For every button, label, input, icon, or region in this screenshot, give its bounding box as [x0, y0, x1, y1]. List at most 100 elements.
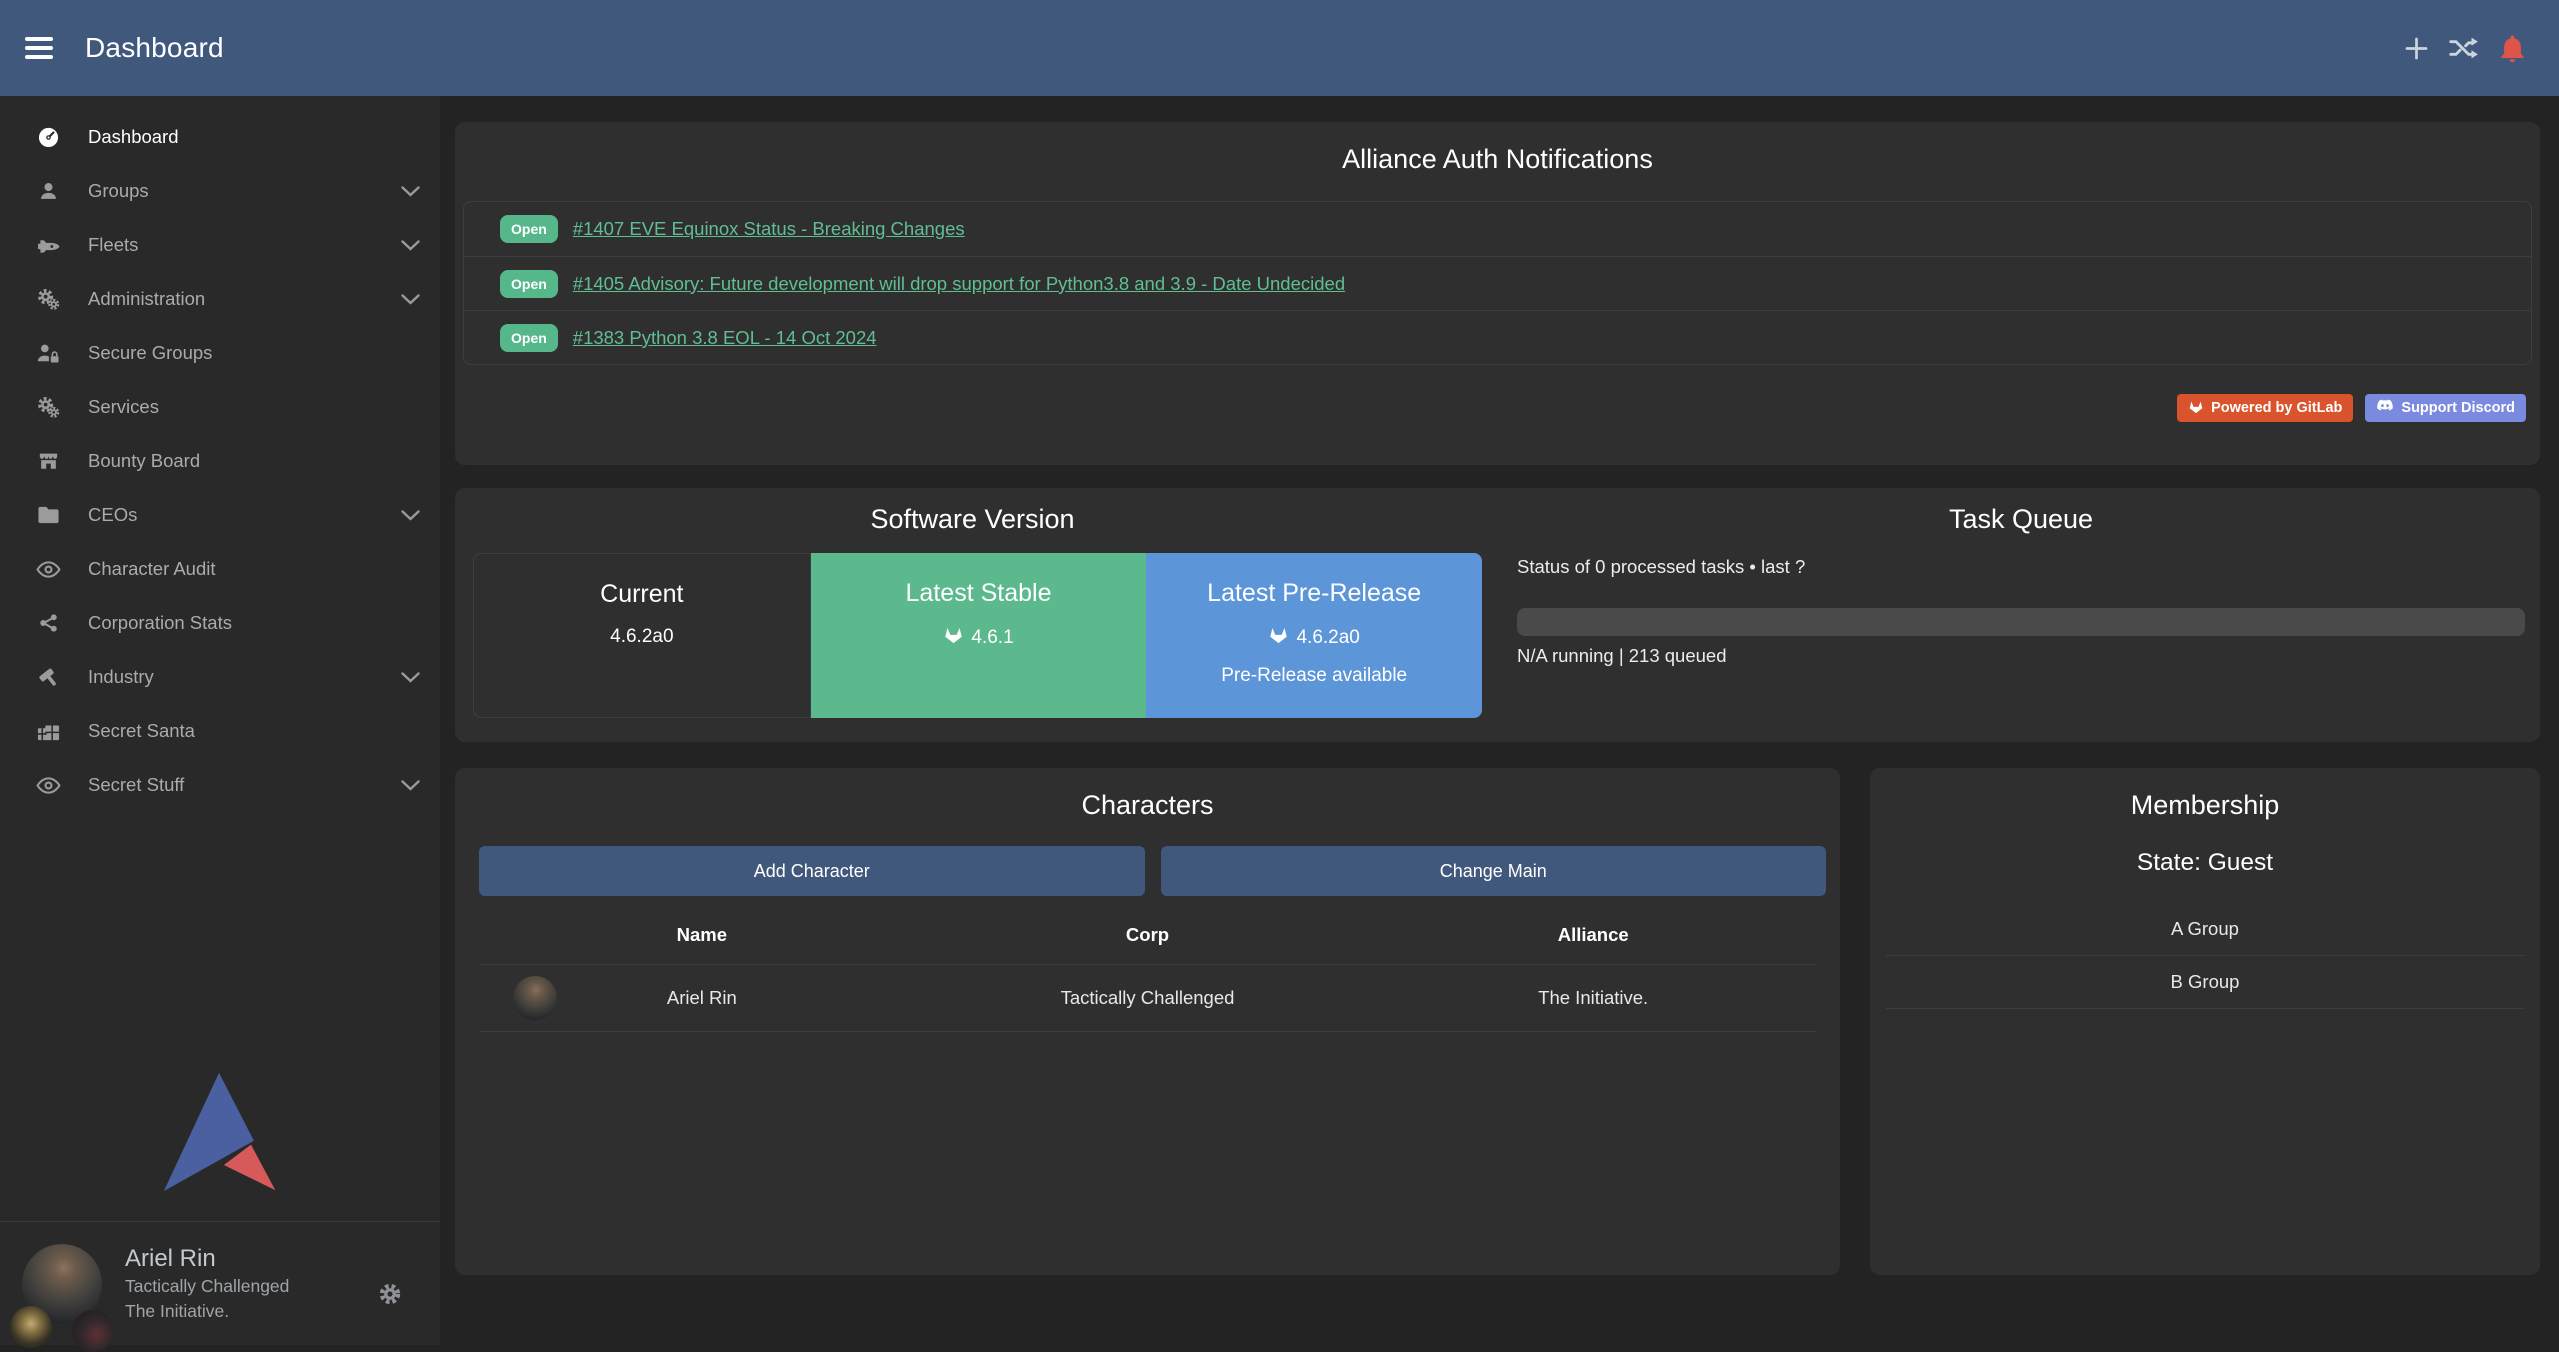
- chevron-down-icon: [401, 240, 420, 251]
- chevron-down-icon: [401, 294, 420, 305]
- cell-character-corp: Tactically Challenged: [925, 987, 1371, 1009]
- group-list-item: B Group: [1886, 956, 2524, 1009]
- sidebar-item-label: Corporation Stats: [88, 612, 232, 634]
- user-panel: Ariel Rin Tactically Challenged The Init…: [0, 1221, 440, 1345]
- gauge-icon: [33, 126, 63, 149]
- membership-groups: A Group B Group: [1886, 903, 2524, 1009]
- notification-item: Open #1383 Python 3.8 EOL - 14 Oct 2024: [464, 310, 2531, 364]
- chevron-down-icon: [401, 510, 420, 521]
- characters-panel: Characters Add Character Change Main Nam…: [455, 768, 1840, 1275]
- notification-link[interactable]: #1405 Advisory: Future development will …: [573, 273, 1345, 295]
- alliance-auth-logo: [161, 1069, 279, 1200]
- add-character-button[interactable]: Add Character: [479, 846, 1145, 896]
- main-content: Alliance Auth Notifications Open #1407 E…: [440, 96, 2559, 1345]
- sidebar-item-label: Bounty Board: [88, 450, 200, 472]
- page-title: Dashboard: [85, 32, 224, 64]
- user-icon: [33, 180, 63, 202]
- sidebar-item-label: Services: [88, 396, 159, 418]
- external-badges: Powered by GitLab Support Discord: [2177, 394, 2526, 422]
- group-list-item: A Group: [1886, 903, 2524, 956]
- sidebar-item-label: Industry: [88, 666, 154, 688]
- table-row: Ariel Rin Tactically Challenged The Init…: [479, 965, 1816, 1032]
- sidebar-item-services[interactable]: Services: [0, 380, 440, 434]
- gitlab-tanuki-icon: [1268, 625, 1289, 650]
- user-info: Ariel Rin Tactically Challenged The Init…: [125, 1244, 289, 1324]
- sidebar-item-label: Secure Groups: [88, 342, 212, 364]
- gears-icon: [33, 288, 63, 311]
- shuttle-icon: [33, 235, 63, 256]
- status-badge: Open: [500, 215, 558, 243]
- characters-actions: Add Character Change Main: [479, 846, 1826, 896]
- sidebar-item-groups[interactable]: Groups: [0, 164, 440, 218]
- characters-table-header: Name Corp Alliance: [479, 906, 1816, 965]
- change-main-button[interactable]: Change Main: [1161, 846, 1827, 896]
- software-version-title: Software Version: [455, 504, 1490, 535]
- notification-link[interactable]: #1407 EVE Equinox Status - Breaking Chan…: [573, 218, 965, 240]
- folder-icon: [33, 505, 63, 525]
- user-lock-icon: [33, 342, 63, 364]
- user-alliance: The Initiative.: [125, 1299, 289, 1324]
- sidebar-item-secret-santa[interactable]: Secret Santa: [0, 704, 440, 758]
- notification-link[interactable]: #1383 Python 3.8 EOL - 14 Oct 2024: [573, 327, 877, 349]
- status-panel: Software Version Current 4.6.2a0 Latest …: [455, 488, 2540, 742]
- sidebar-item-character-audit[interactable]: Character Audit: [0, 542, 440, 596]
- sidebar-item-ceos[interactable]: CEOs: [0, 488, 440, 542]
- corp-logo: [10, 1306, 52, 1348]
- discord-badge[interactable]: Support Discord: [2365, 394, 2526, 422]
- sidebar-item-label: Dashboard: [88, 126, 179, 148]
- store-icon: [33, 450, 63, 472]
- user-corp: Tactically Challenged: [125, 1274, 289, 1299]
- chevron-down-icon: [401, 186, 420, 197]
- version-boxes: Current 4.6.2a0 Latest Stable 4.6.1: [473, 553, 1482, 718]
- status-badge: Open: [500, 324, 558, 352]
- task-queue-progressbar: [1517, 608, 2525, 636]
- sidebar-item-fleets[interactable]: Fleets: [0, 218, 440, 272]
- character-avatar: [513, 976, 557, 1020]
- top-bar: Dashboard: [0, 0, 2559, 96]
- sidebar-item-secure-groups[interactable]: Secure Groups: [0, 326, 440, 380]
- plus-icon[interactable]: [2401, 33, 2431, 63]
- characters-table: Name Corp Alliance Ariel Rin Tactically …: [479, 906, 1816, 1032]
- version-current: Current 4.6.2a0: [473, 553, 811, 718]
- gitlab-badge[interactable]: Powered by GitLab: [2177, 394, 2353, 422]
- version-latest-prerelease: Latest Pre-Release 4.6.2a0 Pre-Release a…: [1146, 553, 1482, 718]
- bell-icon[interactable]: [2497, 33, 2527, 63]
- sidebar-item-dashboard[interactable]: Dashboard: [0, 110, 440, 164]
- settings-gear-icon[interactable]: [378, 1282, 402, 1311]
- sidebar-item-label: Character Audit: [88, 558, 216, 580]
- sidebar-item-administration[interactable]: Administration: [0, 272, 440, 326]
- task-queue-section: Task Queue Status of 0 processed tasks •…: [1490, 488, 2540, 742]
- task-queue-counts: N/A running | 213 queued: [1517, 645, 2525, 667]
- user-avatar: [22, 1244, 114, 1344]
- topbar-actions: [2401, 33, 2527, 63]
- gitlab-tanuki-icon: [943, 625, 964, 650]
- sidebar-item-secret-stuff[interactable]: Secret Stuff: [0, 758, 440, 812]
- app-body: Dashboard Groups Fleets: [0, 96, 2559, 1345]
- cell-character-alliance: The Initiative.: [1370, 987, 1816, 1009]
- column-header-corp: Corp: [925, 924, 1371, 946]
- hammer-icon: [33, 666, 63, 689]
- bottom-row: Characters Add Character Change Main Nam…: [455, 768, 2540, 1275]
- hamburger-menu-icon[interactable]: [25, 37, 53, 59]
- gifts-icon: [33, 720, 63, 742]
- share-icon: [33, 612, 63, 634]
- notifications-title: Alliance Auth Notifications: [455, 122, 2540, 175]
- sidebar-item-bounty-board[interactable]: Bounty Board: [0, 434, 440, 488]
- membership-panel: Membership State: Guest A Group B Group: [1870, 768, 2540, 1275]
- alliance-logo: [72, 1310, 114, 1352]
- sidebar-item-corporation-stats[interactable]: Corporation Stats: [0, 596, 440, 650]
- sidebar-item-label: Secret Santa: [88, 720, 195, 742]
- sidebar-item-label: Secret Stuff: [88, 774, 184, 796]
- notification-item: Open #1405 Advisory: Future development …: [464, 256, 2531, 310]
- notifications-list: Open #1407 EVE Equinox Status - Breaking…: [463, 201, 2532, 365]
- characters-title: Characters: [455, 768, 1840, 821]
- task-queue-title: Task Queue: [1517, 504, 2525, 535]
- column-header-alliance: Alliance: [1370, 924, 1816, 946]
- sidebar-item-label: Administration: [88, 288, 205, 310]
- shuffle-icon[interactable]: [2449, 33, 2479, 63]
- version-latest-stable: Latest Stable 4.6.1: [811, 553, 1147, 718]
- membership-title: Membership: [1870, 768, 2540, 821]
- chevron-down-icon: [401, 672, 420, 683]
- gears-icon: [33, 396, 63, 419]
- sidebar-item-industry[interactable]: Industry: [0, 650, 440, 704]
